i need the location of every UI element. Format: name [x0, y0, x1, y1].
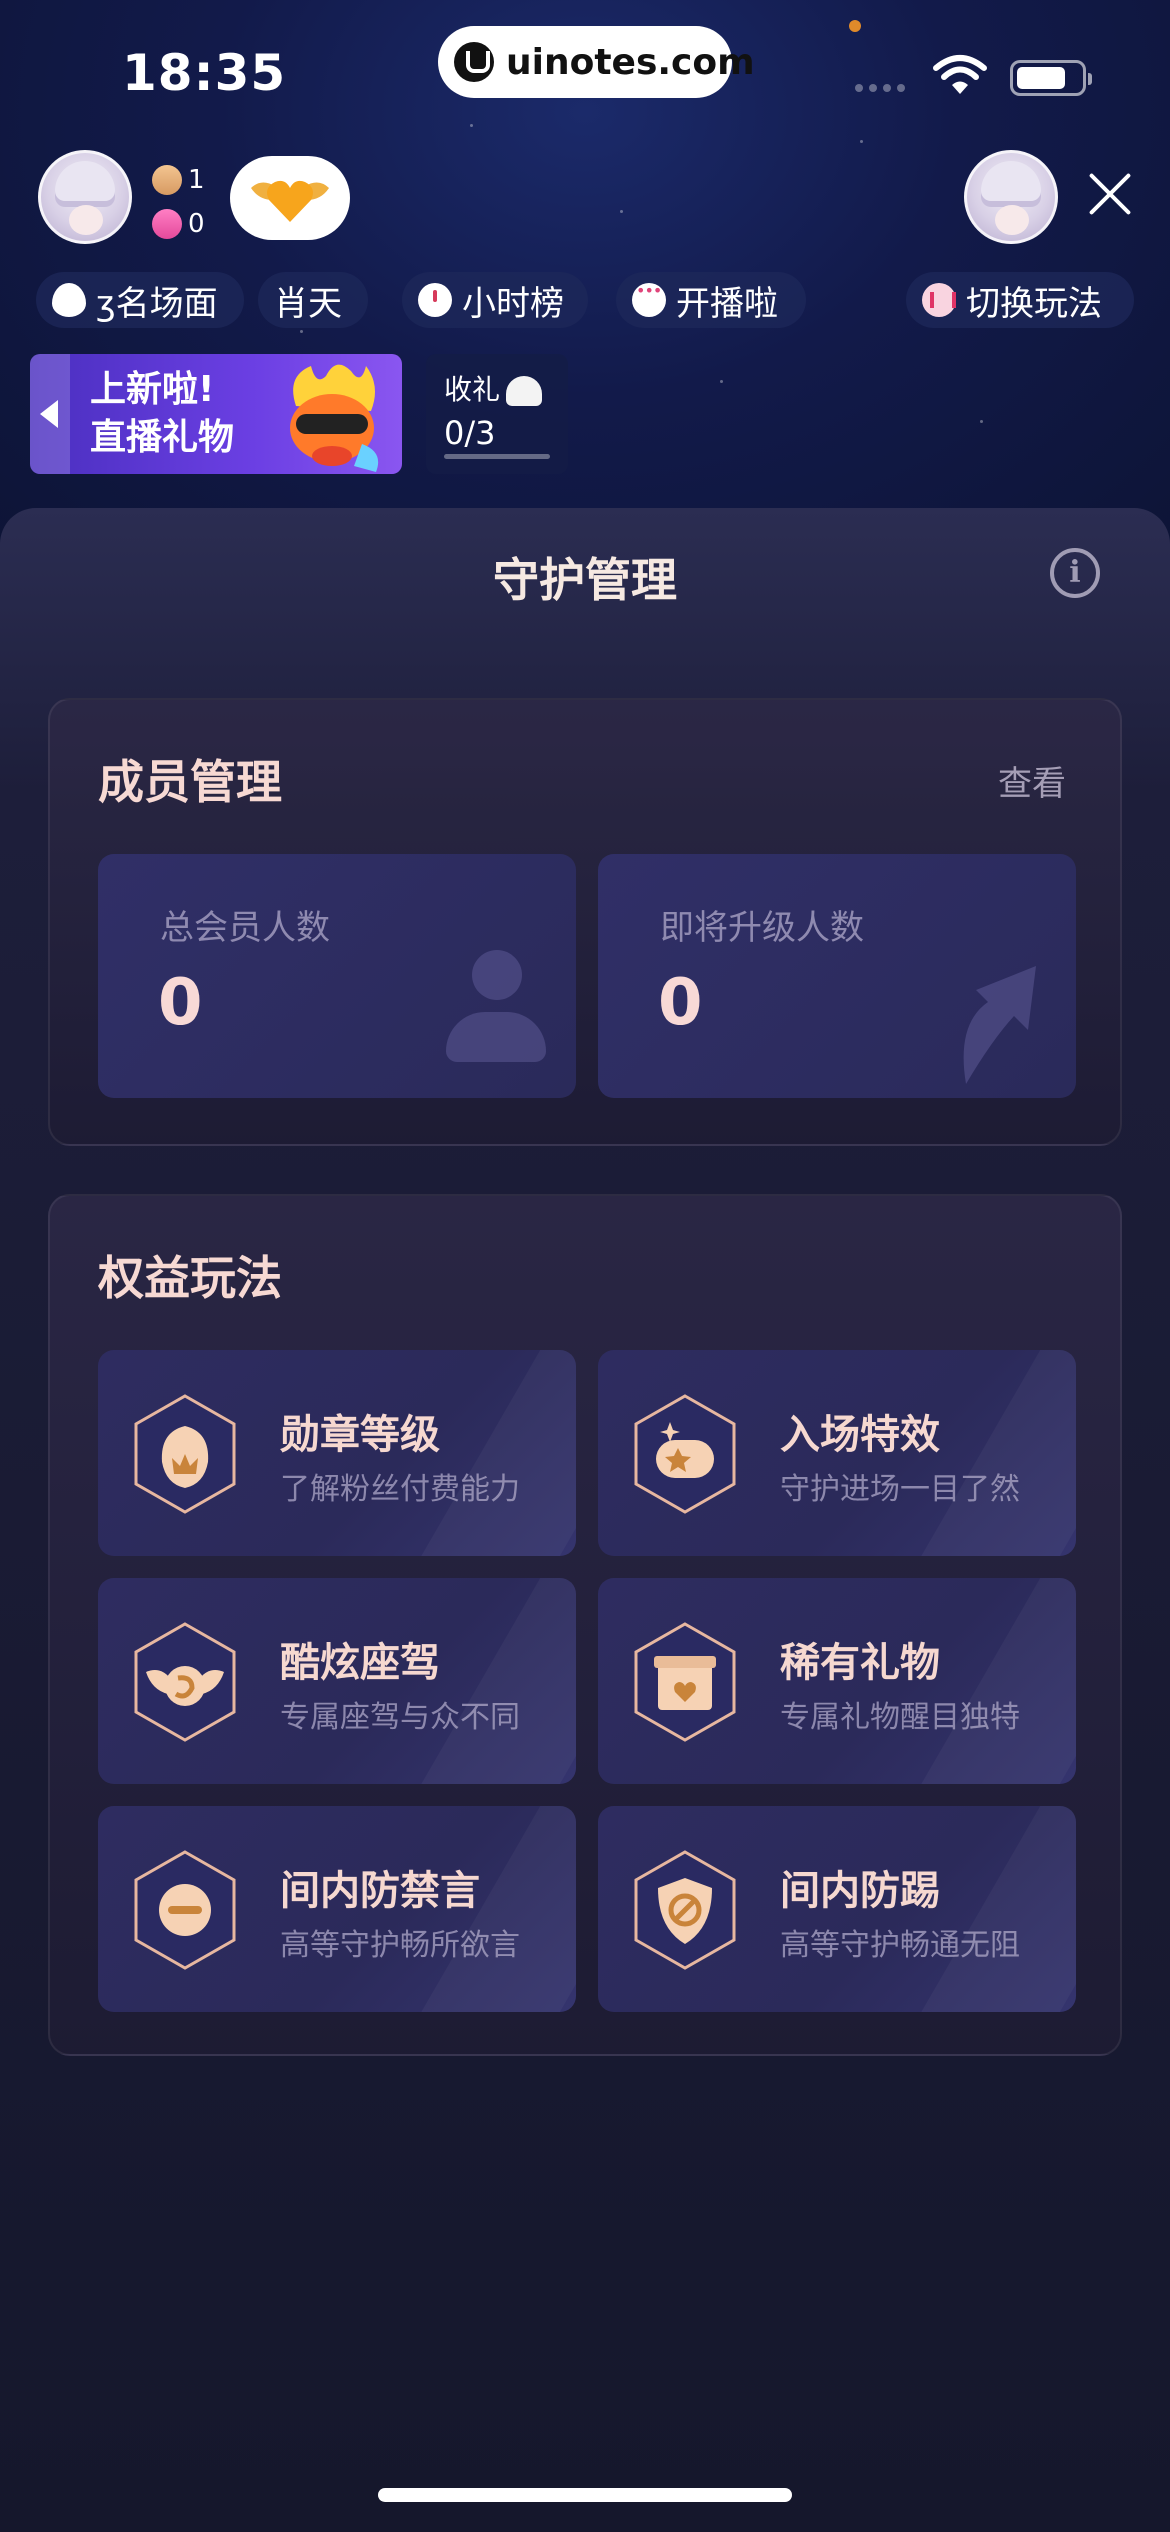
wing-badge-icon	[134, 1622, 236, 1742]
uinotes-logo-icon	[454, 42, 494, 82]
benefit-rare-gift[interactable]: 稀有礼物 专属礼物醒目独特	[598, 1578, 1076, 1784]
guard-management-sheet: 守护管理 i 成员管理 查看 总会员人数 0 即将升级人数 0 权益玩法 勋章等…	[0, 508, 1170, 2532]
viewer-count: 1	[188, 165, 205, 195]
anti-mute-icon	[134, 1850, 236, 1970]
gift-task-label: 收礼	[444, 373, 501, 406]
pill-live-started[interactable]: 开播啦	[616, 272, 806, 328]
wifi-icon	[933, 55, 987, 94]
banner-collapse-arrow-icon[interactable]	[30, 354, 70, 474]
privacy-indicator-dot	[849, 20, 861, 32]
winged-heart-icon	[251, 180, 329, 222]
benefit-title: 入场特效	[780, 1412, 940, 1458]
new-gift-banner[interactable]: 上新啦! 直播礼物	[30, 354, 402, 474]
url-pill: uinotes.com	[438, 26, 755, 98]
host-counts: 1 0	[152, 158, 205, 246]
pill-label: ʒ名场面	[96, 283, 218, 324]
info-icon[interactable]: i	[1050, 548, 1100, 598]
battery-icon	[1010, 60, 1092, 96]
benefit-medal-level[interactable]: 勋章等级 了解粉丝付费能力	[98, 1350, 576, 1556]
benefit-entrance-effect[interactable]: 入场特效 守护进场一目了然	[598, 1350, 1076, 1556]
benefit-title: 勋章等级	[280, 1412, 440, 1458]
gift-task-progress: 0/3	[444, 414, 496, 452]
benefit-title: 间内防禁言	[280, 1868, 480, 1914]
benefit-anti-kick[interactable]: 间内防踢 高等守护畅通无阻	[598, 1806, 1076, 2012]
person-icon	[446, 950, 546, 1070]
benefit-title: 稀有礼物	[780, 1640, 940, 1686]
entrance-effect-icon	[634, 1394, 736, 1514]
benefit-desc: 专属座驾与众不同	[280, 1700, 520, 1735]
person-icon	[152, 165, 182, 195]
star-decoration	[860, 140, 863, 143]
benefit-desc: 了解粉丝付费能力	[280, 1472, 520, 1507]
benefits-title: 权益玩法	[98, 1251, 282, 1305]
benefit-title: 间内防踢	[780, 1868, 940, 1914]
ghost-gift-icon	[506, 376, 543, 406]
member-management-card: 成员管理 查看 总会员人数 0 即将升级人数 0	[48, 698, 1122, 1146]
star-decoration	[470, 124, 473, 127]
benefit-anti-mute[interactable]: 间内防禁言 高等守护畅所欲言	[98, 1806, 576, 2012]
star-decoration	[980, 420, 983, 423]
winged-heart-button[interactable]	[230, 156, 350, 240]
star-decoration	[720, 380, 723, 383]
star-decoration	[620, 210, 623, 213]
benefit-desc: 守护进场一目了然	[780, 1472, 1020, 1507]
gift-box-icon	[634, 1622, 736, 1742]
pill-label: 小时榜	[462, 283, 564, 324]
pill-label: 开播啦	[676, 283, 778, 324]
host-avatar[interactable]	[38, 150, 132, 244]
benefits-card: 权益玩法 勋章等级 了解粉丝付费能力 入场特效 守护进场一目了然 酷炫座驾 专属…	[48, 1194, 1122, 2056]
heart-icon	[152, 209, 182, 239]
chat-icon	[632, 281, 666, 317]
banner-line-2: 直播礼物	[90, 417, 235, 458]
flame-icon	[52, 283, 86, 317]
user-avatar[interactable]	[964, 150, 1058, 244]
star-decoration	[300, 330, 303, 333]
benefit-title: 酷炫座驾	[280, 1640, 440, 1686]
upgrade-arrow-icon	[963, 966, 1036, 1084]
stat-label: 总会员人数	[160, 908, 330, 948]
gift-task-box[interactable]: 收礼 0/3	[426, 354, 568, 474]
stat-label: 即将升级人数	[660, 908, 864, 948]
medal-icon	[134, 1394, 236, 1514]
stat-value: 0	[658, 966, 703, 1040]
switch-icon	[922, 283, 956, 317]
like-count: 0	[188, 209, 205, 239]
member-management-title: 成员管理	[98, 755, 282, 809]
sheet-title: 守护管理	[493, 553, 677, 607]
close-button[interactable]	[1084, 168, 1136, 220]
pill-memorable-moments[interactable]: ʒ名场面	[36, 272, 244, 328]
pill-label: 切换玩法	[966, 283, 1102, 324]
pill-label: 肖天	[274, 283, 342, 324]
banner-text: 上新啦! 直播礼物	[90, 366, 234, 462]
stat-value: 0	[158, 966, 203, 1040]
mascot-icon	[290, 364, 379, 472]
benefit-desc: 专属礼物醒目独特	[780, 1700, 1020, 1735]
banner-line-1: 上新啦!	[90, 369, 215, 410]
pill-switch-mode[interactable]: 切换玩法	[906, 272, 1134, 328]
pill-xiaotian[interactable]: 肖天	[258, 272, 368, 328]
total-members-stat[interactable]: 总会员人数 0	[98, 854, 576, 1098]
cellular-signal-icon	[855, 84, 905, 92]
benefit-cool-vehicle[interactable]: 酷炫座驾 专属座驾与众不同	[98, 1578, 576, 1784]
home-indicator[interactable]	[378, 2488, 792, 2502]
clock-icon	[418, 283, 452, 317]
benefit-desc: 高等守护畅通无阻	[780, 1928, 1020, 1963]
upgrading-members-stat[interactable]: 即将升级人数 0	[598, 854, 1076, 1098]
pill-hourly-rank[interactable]: 小时榜	[402, 272, 588, 328]
gift-task-progress-bar	[444, 454, 550, 459]
view-members-link[interactable]: 查看	[998, 756, 1066, 805]
status-time: 18:35	[122, 44, 287, 102]
benefit-desc: 高等守护畅所欲言	[280, 1928, 520, 1963]
anti-kick-icon	[634, 1850, 736, 1970]
url-text: uinotes.com	[506, 41, 755, 83]
